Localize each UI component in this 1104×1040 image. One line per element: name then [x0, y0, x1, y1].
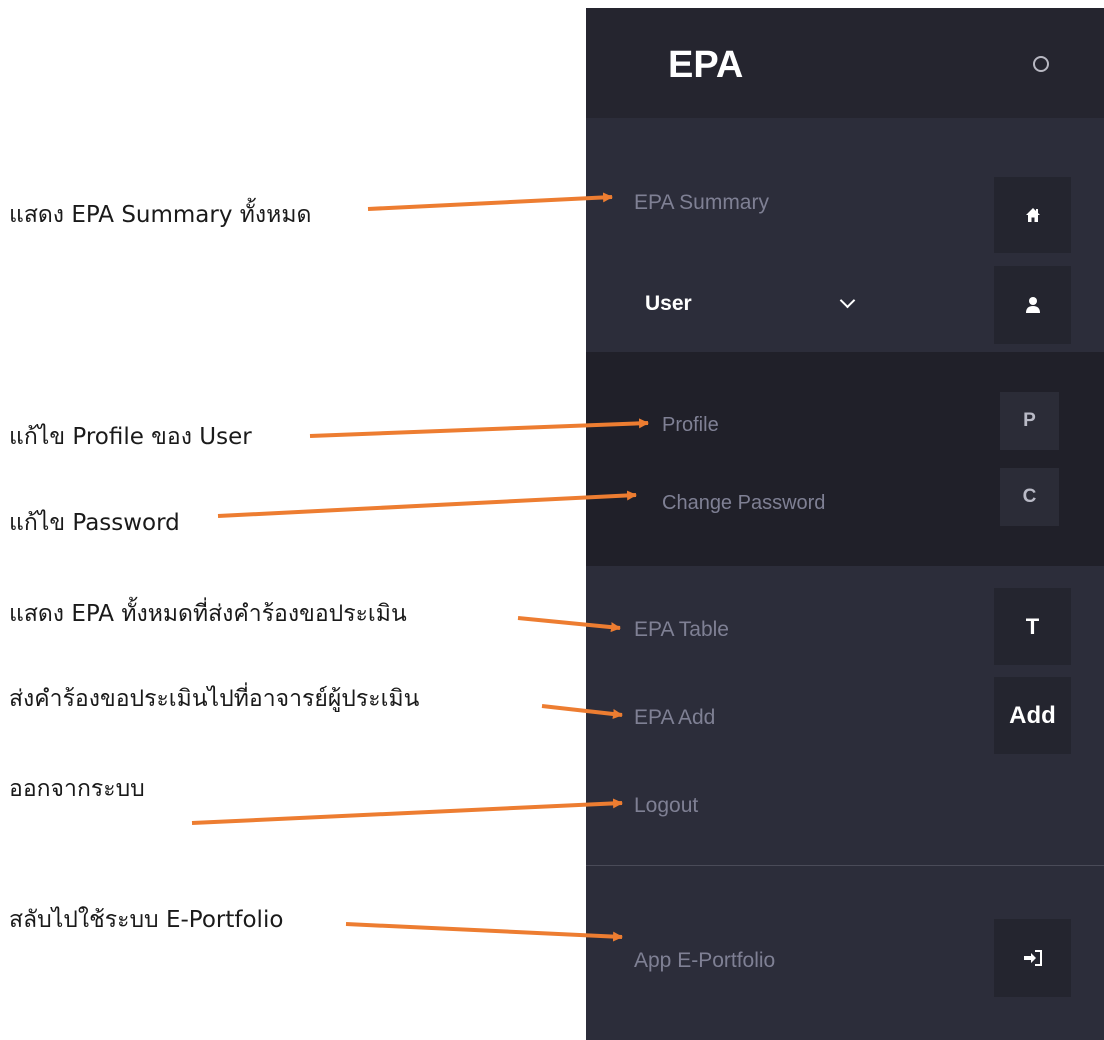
sidebar-item-epa-add[interactable]: EPA Add [634, 706, 715, 730]
sidebar: EPA EPA Summary User Profile P Change Pa… [586, 8, 1104, 1040]
sign-in-icon[interactable] [994, 919, 1071, 997]
arrow-logout [191, 798, 623, 825]
home-icon[interactable] [994, 177, 1071, 253]
table-icon[interactable]: T [994, 588, 1071, 665]
annotation-switch: สลับไปใช้ระบบ E-Portfolio [9, 907, 284, 933]
arrow-password [217, 490, 637, 518]
sidebar-header: EPA [586, 8, 1104, 118]
annotation-table: แสดง EPA ทั้งหมดที่ส่งคำร้องขอประเมิน [9, 601, 407, 627]
sidebar-item-app-e-portfolio[interactable]: App E-Portfolio [634, 949, 775, 973]
user-submenu: Profile P Change Password C [586, 352, 1104, 566]
sidebar-item-epa-summary[interactable]: EPA Summary [634, 191, 769, 215]
annotation-summary: แสดง EPA Summary ทั้งหมด [9, 202, 312, 228]
user-icon[interactable] [994, 266, 1071, 344]
add-icon[interactable]: Add [994, 677, 1071, 754]
sidebar-item-user[interactable]: User [645, 292, 692, 316]
profile-icon[interactable]: P [1000, 392, 1059, 450]
annotation-profile: แก้ไข Profile ของ User [9, 424, 252, 450]
change-password-icon[interactable]: C [1000, 468, 1059, 526]
chevron-down-icon[interactable] [839, 292, 856, 309]
sidebar-toggle-icon[interactable] [1033, 56, 1049, 72]
sidebar-item-change-password[interactable]: Change Password [662, 492, 825, 515]
annotation-logout: ออกจากระบบ [9, 776, 145, 802]
sidebar-item-epa-table[interactable]: EPA Table [634, 618, 729, 642]
brand-title: EPA [668, 44, 744, 86]
sidebar-item-profile[interactable]: Profile [662, 414, 719, 437]
arrow-summary [367, 192, 613, 211]
annotation-password: แก้ไข Password [9, 510, 180, 536]
sidebar-divider [586, 865, 1104, 866]
sidebar-item-logout[interactable]: Logout [634, 794, 698, 818]
annotation-add: ส่งคำร้องขอประเมินไปที่อาจารย์ผู้ประเมิน [9, 686, 420, 712]
arrow-switch [345, 922, 623, 942]
